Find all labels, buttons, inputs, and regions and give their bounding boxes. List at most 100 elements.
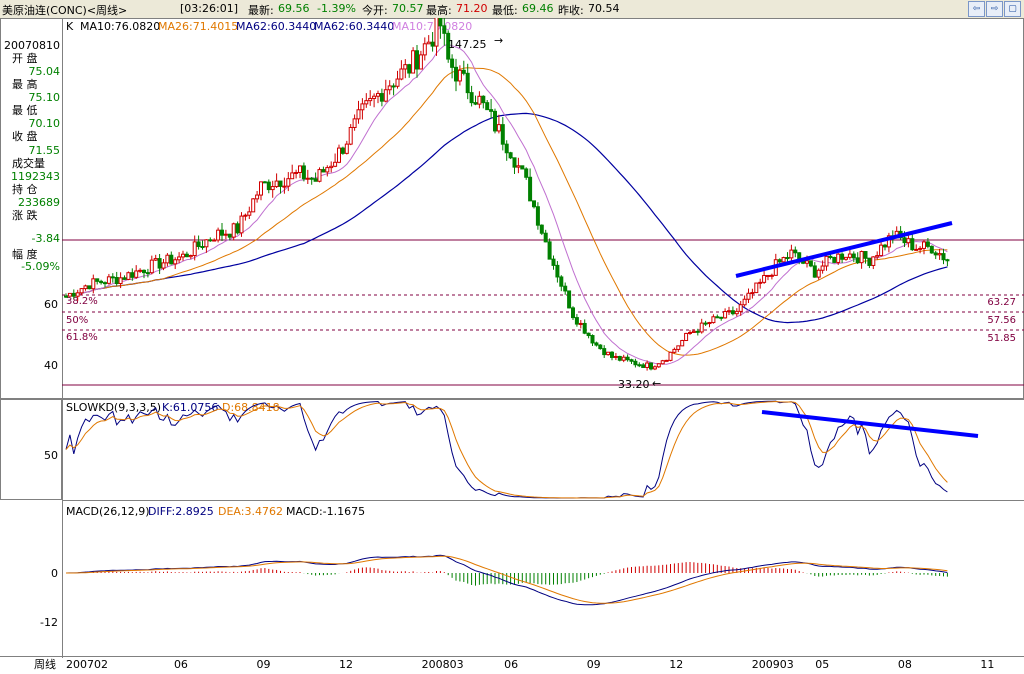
candle-body (621, 356, 626, 361)
candle-body (465, 72, 470, 94)
candle-body (691, 330, 696, 333)
chart-title: 美原油连(CONC)<周线> (2, 4, 128, 17)
info-oi: 233689 (18, 196, 60, 209)
candle-body (91, 278, 96, 290)
prev-close-value: 70.54 (588, 2, 620, 15)
candle-body (274, 180, 279, 188)
candle-body (637, 364, 642, 367)
info-panel: 20070810 开 盘 75.04 最 高 75.10 最 低 70.10 收… (4, 39, 60, 273)
candle-body (652, 366, 657, 370)
candle-body (379, 93, 384, 102)
candle-body (184, 253, 189, 258)
ma-legend: K MA10:76.0820 MA26:71.4015 MA62:60.3440… (66, 20, 472, 33)
candle-body (902, 237, 907, 244)
candle-body (196, 241, 201, 248)
date-tick-label: 05 (815, 658, 829, 671)
date-tick-label: 200803 (422, 658, 464, 671)
candle-body (906, 238, 911, 244)
candle-body (867, 257, 872, 266)
candle-body (220, 229, 224, 236)
info-pct: -5.09% (21, 260, 60, 273)
candle-body (863, 251, 868, 259)
candle-body (99, 280, 104, 284)
candle-body (851, 253, 856, 259)
high-arrow: → (494, 34, 503, 47)
candle-body (426, 41, 431, 45)
candle-body (376, 93, 380, 97)
price-tick-60: 60 (44, 298, 58, 311)
candle-body (816, 269, 821, 278)
candle-body (785, 257, 790, 260)
candle-body (294, 171, 299, 174)
candle-body (403, 64, 408, 70)
candle-body (590, 335, 595, 344)
candle-body (641, 364, 646, 368)
candle-body (411, 50, 416, 74)
prev-arrow-button[interactable]: ⇦ (968, 1, 985, 17)
candle-body (649, 362, 653, 370)
candle-body (235, 223, 240, 234)
candle-body (805, 260, 809, 264)
candle-body (532, 200, 536, 208)
candle-body (282, 185, 287, 188)
candle-body (512, 157, 517, 168)
candle-body (177, 256, 182, 261)
candle-body (317, 169, 322, 182)
candle-body (625, 356, 630, 361)
candle-body (879, 244, 884, 257)
candle-body (551, 258, 556, 266)
candle-body (859, 251, 864, 264)
candle-body (610, 351, 614, 358)
low-label: 最低: (492, 4, 518, 17)
candle-body (781, 257, 786, 263)
candle-body (571, 307, 575, 319)
candle-body (754, 282, 759, 294)
candle-body (391, 85, 396, 88)
candle-body (372, 95, 377, 99)
candle-body (840, 253, 845, 260)
candle-body (75, 292, 80, 297)
fib-value-63-27: 63.27 (987, 297, 1016, 308)
candle-body (750, 292, 755, 295)
fib-label-382: 38.2% (66, 296, 98, 307)
candle-body (368, 97, 373, 102)
candle-body (516, 165, 521, 168)
kd-tick-50: 50 (44, 449, 58, 462)
candle-body (547, 241, 552, 260)
candle-body (114, 276, 119, 285)
candle-body (664, 359, 669, 362)
candle-body (251, 198, 256, 213)
change-value: -1.39% (317, 2, 356, 15)
kd-legend-name: SLOWKD(9,3,3,5) (66, 401, 161, 414)
candle-body (602, 348, 607, 356)
candle-body (941, 253, 946, 261)
candle-body (473, 102, 478, 105)
candle-body (945, 259, 950, 262)
candle-body (504, 143, 509, 154)
title-bar: 美原油连(CONC)<周线> [03:26:01] 最新: 69.56 -1.3… (0, 0, 1024, 19)
candle-body (918, 247, 923, 250)
low-arrow: ← (652, 377, 661, 390)
ma-legend-k: K (66, 20, 74, 33)
candle-body (539, 224, 544, 234)
candle-body (266, 181, 271, 191)
candle-body (594, 342, 599, 346)
kd-legend-k: K:61.0756 (162, 401, 218, 414)
candle-body (153, 258, 158, 261)
macd-legend-macd: MACD:-1.1675 (286, 505, 365, 518)
kd-k-line (65, 400, 948, 499)
candle-body (142, 269, 146, 274)
info-close-label: 收 盘 (12, 129, 38, 143)
date-tick-label: 09 (587, 658, 601, 671)
candle-body (715, 316, 720, 319)
window-button[interactable]: ▢ (1004, 1, 1021, 17)
candle-body (660, 360, 665, 365)
next-arrow-button[interactable]: ⇨ (986, 1, 1003, 17)
date-tick-label: 12 (669, 658, 683, 671)
candle-body (356, 109, 361, 120)
candle-body (933, 252, 938, 256)
candle-body (485, 102, 490, 111)
macd-legend-name: MACD(26,12,9) (66, 505, 150, 518)
candle-body (169, 254, 174, 265)
candle-body (340, 147, 345, 154)
